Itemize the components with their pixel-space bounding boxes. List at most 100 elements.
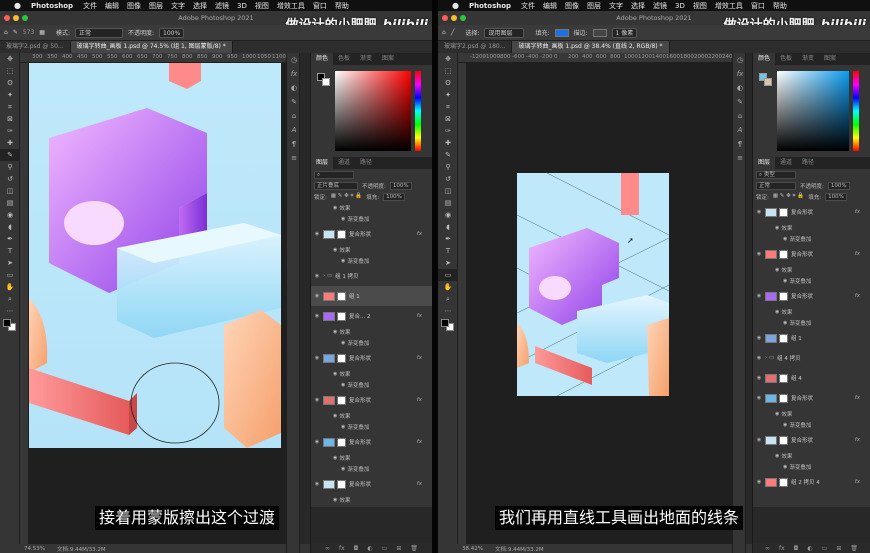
visibility-eye-icon[interactable]: ◉ [311, 439, 323, 445]
effect-eye-icon[interactable]: ◉ [333, 247, 337, 253]
menu-plugins[interactable]: 增效工具 [715, 1, 743, 11]
quick-select-icon[interactable]: ✦ [0, 89, 20, 101]
layer-mask-thumbnail[interactable] [337, 437, 346, 447]
menu-help[interactable]: 帮助 [335, 1, 349, 11]
menu-file[interactable]: 文件 [521, 1, 535, 11]
history-icon[interactable]: ◷ [287, 53, 301, 67]
hand-tool-icon[interactable]: ✋ [0, 281, 20, 293]
stroke-color-swatch[interactable] [592, 28, 607, 37]
tab-document-2[interactable]: 玻璃字转曲_画板 1.psd @ 38.4% (直线 2, RGB/8) * [512, 41, 670, 53]
artboard[interactable] [29, 63, 286, 544]
layer-group-row[interactable]: ◉ › ▭ 组 4 拷贝 [753, 348, 870, 368]
menu-app[interactable]: Photoshop [31, 2, 73, 10]
add-mask-icon[interactable]: ◘ [794, 545, 799, 552]
menu-3d[interactable]: 3D [675, 2, 685, 10]
zoom-level[interactable]: 38.42% [462, 546, 483, 552]
layer-effect-row[interactable]: ◉ 效果 [753, 306, 870, 317]
frame-tool-icon[interactable]: ⊠ [438, 113, 458, 125]
layer-filter-select[interactable]: ⌕ 类型 [756, 170, 796, 179]
layer-mask-thumbnail[interactable] [779, 373, 788, 383]
tab-channels[interactable]: 通道 [775, 157, 797, 169]
tab-layers[interactable]: 图层 [311, 157, 334, 169]
close-window-icon[interactable] [442, 15, 448, 21]
dodge-tool-icon[interactable]: ◖ [0, 221, 20, 233]
blur-tool-icon[interactable]: ◉ [438, 209, 458, 221]
visibility-eye-icon[interactable]: ◉ [753, 335, 765, 341]
new-layer-icon[interactable]: ⊞ [396, 545, 401, 552]
layer-mask-thumbnail[interactable] [337, 353, 346, 363]
healing-brush-icon[interactable]: ✚ [438, 137, 458, 149]
tab-paths[interactable]: 路径 [797, 157, 819, 169]
layer-row[interactable]: ◉ 复合形状 fx [311, 348, 432, 368]
layer-effect-row[interactable]: ◉ 渐变叠加 [753, 233, 870, 244]
move-tool-icon[interactable]: ✥ [0, 53, 20, 65]
layer-mask-thumbnail[interactable] [779, 207, 788, 217]
history-icon[interactable]: ◷ [733, 53, 747, 67]
menu-app[interactable]: Photoshop [469, 2, 511, 10]
layer-fx-badge[interactable]: fx [855, 209, 860, 215]
effect-eye-icon[interactable]: ◉ [775, 309, 779, 315]
visibility-eye-icon[interactable]: ◉ [311, 293, 323, 299]
tab-paths[interactable]: 路径 [355, 157, 377, 169]
menu-image[interactable]: 图像 [127, 1, 141, 11]
fx-icon[interactable]: fx [287, 67, 301, 81]
effect-eye-icon[interactable]: ◉ [775, 225, 779, 231]
layer-row[interactable]: ◉ 复合形状 fx [753, 430, 870, 450]
layer-row[interactable]: ◉ 复合形状 fx [753, 202, 870, 222]
adjust-icon[interactable]: ◐ [733, 81, 747, 95]
stroke-width-input[interactable]: 1 像素 [611, 27, 638, 38]
visibility-eye-icon[interactable]: ◉ [753, 479, 765, 485]
visibility-eye-icon[interactable]: ◉ [753, 375, 765, 381]
effect-eye-icon[interactable]: ◉ [341, 216, 345, 222]
effect-eye-icon[interactable]: ◉ [333, 497, 337, 503]
folder-icon[interactable]: › ▭ [765, 355, 774, 361]
layer-fx-badge[interactable]: fx [417, 397, 422, 403]
layer-effect-row[interactable]: ◉ 渐变叠加 [311, 463, 432, 474]
foreground-color-icon[interactable] [3, 319, 11, 327]
delete-layer-icon[interactable]: 🗑 [850, 545, 858, 552]
visibility-eye-icon[interactable]: ◉ [311, 313, 323, 319]
tab-document-1[interactable]: 玻璃字2.psd @ 50... [0, 41, 71, 53]
maximize-window-icon[interactable] [460, 15, 466, 21]
effect-eye-icon[interactable]: ◉ [341, 382, 345, 388]
crop-tool-icon[interactable]: ⌗ [438, 101, 458, 113]
menu-image[interactable]: 图像 [565, 1, 579, 11]
fx-icon[interactable]: fx [733, 67, 747, 81]
layer-fx-badge[interactable]: fx [855, 437, 860, 443]
brush-tool-icon[interactable]: ✎ [0, 149, 20, 161]
lasso-tool-icon[interactable]: ʘ [438, 77, 458, 89]
home-icon[interactable]: ⌂ [4, 29, 8, 36]
artboard[interactable]: ➚ [467, 63, 732, 544]
layer-fx-badge[interactable]: fx [855, 293, 860, 299]
hand-tool-icon[interactable]: ✋ [438, 281, 458, 293]
menu-type[interactable]: 文字 [171, 1, 185, 11]
character-icon[interactable]: A [733, 123, 747, 137]
effect-eye-icon[interactable]: ◉ [775, 453, 779, 459]
close-window-icon[interactable] [4, 15, 10, 21]
gradient-tool-icon[interactable]: ▤ [438, 197, 458, 209]
visibility-eye-icon[interactable]: ◉ [753, 293, 765, 299]
move-tool-icon[interactable]: ✥ [438, 53, 458, 65]
effect-eye-icon[interactable]: ◉ [333, 413, 337, 419]
layer-mask-thumbnail[interactable] [779, 477, 788, 487]
tab-document-1[interactable]: 玻璃字2.psd @ 180... [438, 41, 513, 53]
menu-window[interactable]: 窗口 [751, 1, 765, 11]
tab-color[interactable]: 颜色 [311, 53, 334, 65]
visibility-eye-icon[interactable]: ◉ [311, 397, 323, 403]
layer-effect-row[interactable]: ◉ 渐变叠加 [753, 461, 870, 472]
menu-edit[interactable]: 编辑 [105, 1, 119, 11]
gradient-tool-icon[interactable]: ▤ [0, 197, 20, 209]
properties-icon[interactable]: ≡ [733, 151, 747, 165]
paragraph-icon[interactable]: ¶ [733, 137, 747, 151]
layer-mask-thumbnail[interactable] [779, 393, 788, 403]
saturation-field[interactable] [335, 71, 411, 151]
dodge-tool-icon[interactable]: ◖ [438, 221, 458, 233]
layer-fx-badge[interactable]: fx [417, 231, 422, 237]
layer-row[interactable]: ◉ 组 1 [311, 286, 432, 306]
layer-effect-row[interactable]: ◉ 效果 [311, 494, 432, 505]
effect-eye-icon[interactable]: ◉ [775, 411, 779, 417]
opacity-input[interactable]: 100% [159, 27, 185, 38]
tab-patterns[interactable]: 图案 [819, 53, 841, 65]
link-layers-icon[interactable]: ∞ [765, 545, 770, 552]
visibility-eye-icon[interactable]: ◉ [753, 395, 765, 401]
